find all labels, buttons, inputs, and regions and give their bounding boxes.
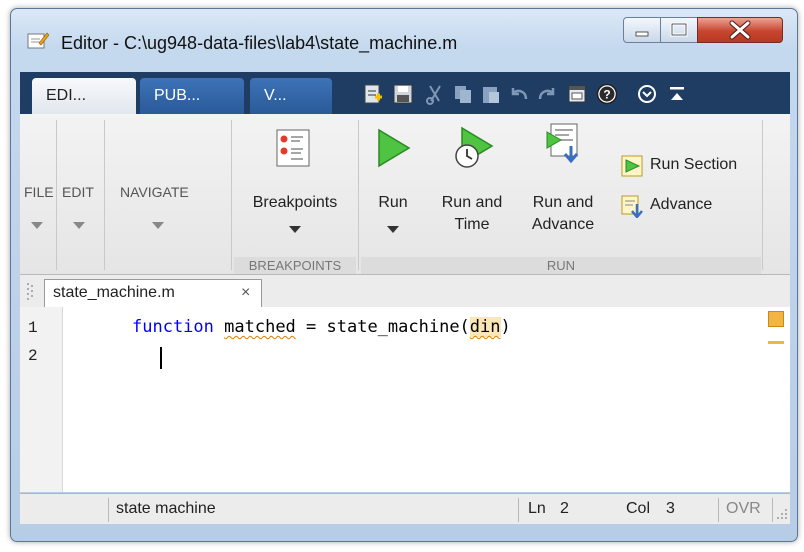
maximize-button[interactable] [660, 17, 698, 43]
warning-marker[interactable] [768, 341, 784, 344]
code-analyzer-indicator[interactable] [768, 311, 784, 327]
navigate-section-button[interactable]: NAVIGATE [110, 114, 216, 254]
tab-view[interactable]: V... [250, 78, 332, 114]
svg-text:?: ? [603, 88, 610, 102]
title-bar[interactable]: Editor - C:\ug948-data-files\lab4\state_… [11, 9, 797, 71]
cut-icon[interactable] [424, 83, 446, 105]
code-editor[interactable]: 1 2 function matched = state_machine(din… [20, 307, 790, 492]
status-overwrite-mode: OVR [726, 500, 761, 517]
copy-icon[interactable] [452, 83, 474, 105]
run-icon [378, 128, 411, 168]
save-icon[interactable] [392, 83, 414, 105]
code-text: = state_machine( [295, 317, 470, 337]
status-col-value: 3 [666, 500, 675, 517]
keyword-function: function [132, 317, 214, 337]
status-bar: state machine Ln 2 Col 3 OVR [20, 493, 790, 524]
options-chevron-icon[interactable] [636, 83, 658, 105]
drag-handle-icon[interactable] [26, 281, 34, 301]
run-button[interactable]: Run [365, 114, 421, 254]
new-script-icon[interactable] [362, 83, 384, 105]
run-and-advance-button[interactable]: Run and Advance [518, 114, 608, 254]
run-and-advance-icon [546, 123, 579, 164]
document-tab-close-icon[interactable]: × [241, 284, 250, 302]
document-tab-name: state_machine.m [53, 284, 175, 301]
code-line-1[interactable]: function matched = state_machine(din) [132, 317, 511, 337]
paste-icon[interactable] [480, 83, 502, 105]
divider [358, 120, 359, 270]
toolstrip-ribbon: FILE EDIT NAVIGATE Breakpoints BREAKPOIN… [20, 114, 790, 275]
edit-section-label: EDIT [62, 184, 94, 200]
divider [231, 120, 232, 270]
file-dropdown-icon [31, 222, 43, 229]
run-and-time-line2: Time [454, 216, 490, 233]
edit-section-button[interactable]: EDIT [58, 114, 102, 254]
run-dropdown-icon [387, 226, 399, 233]
document-tabbar: state_machine.m × [20, 275, 790, 308]
run-and-advance-line1: Run and [532, 194, 594, 211]
maximize-icon [670, 22, 688, 37]
code-text-close: ) [500, 317, 511, 337]
close-icon [729, 20, 751, 40]
run-and-advance-line2: Advance [531, 216, 595, 233]
file-section-button[interactable]: FILE [20, 114, 54, 254]
divider [762, 120, 763, 270]
divider [56, 120, 57, 270]
breakpoints-dropdown-icon [289, 226, 301, 233]
minimize-toolstrip-icon[interactable] [666, 83, 688, 105]
breakpoints-group-label: BREAKPOINTS [234, 257, 356, 274]
status-line-label: Ln [528, 500, 546, 517]
divider [718, 498, 719, 522]
divider [108, 498, 109, 522]
edit-dropdown-icon [73, 222, 85, 229]
undo-icon[interactable] [508, 83, 530, 105]
tab-publish[interactable]: PUB... [140, 78, 244, 114]
text-cursor [160, 347, 162, 369]
tab-editor[interactable]: EDI... [32, 78, 136, 114]
divider [772, 498, 773, 522]
status-function-name: state machine [116, 500, 216, 517]
minimize-icon [635, 31, 649, 37]
toolstrip-tabbar: EDI... PUB... V... ? [20, 72, 790, 114]
run-and-time-icon [455, 126, 494, 168]
close-button[interactable] [697, 17, 783, 43]
run-section-label: Run Section [650, 156, 738, 173]
navigate-section-label: NAVIGATE [120, 184, 189, 200]
run-and-time-button[interactable]: Run and Time [430, 114, 514, 254]
status-line-value: 2 [560, 500, 569, 517]
resize-grip-icon[interactable] [776, 508, 788, 520]
switch-windows-icon[interactable] [566, 83, 588, 105]
run-section-icon [621, 155, 643, 177]
window-title: Editor - C:\ug948-data-files\lab4\state_… [61, 33, 458, 53]
run-and-time-line1: Run and [441, 194, 503, 211]
navigate-dropdown-icon [152, 222, 164, 229]
redo-icon[interactable] [536, 83, 558, 105]
file-section-label: FILE [24, 184, 54, 200]
editor-app-icon [27, 32, 49, 49]
help-icon[interactable]: ? [596, 83, 618, 105]
run-group-label: RUN [361, 257, 761, 274]
input-argument: din [469, 317, 501, 337]
divider [518, 498, 519, 522]
divider [104, 120, 105, 270]
line-number: 2 [28, 347, 38, 365]
advance-icon [621, 195, 643, 218]
run-label: Run [378, 194, 408, 211]
advance-button[interactable]: Advance [616, 192, 756, 220]
minimize-button[interactable] [623, 17, 661, 43]
breakpoints-button[interactable]: Breakpoints [234, 114, 356, 254]
line-number: 1 [28, 319, 38, 337]
line-number-gutter: 1 2 [20, 307, 63, 492]
run-section-button[interactable]: Run Section [616, 152, 756, 180]
status-col-label: Col [626, 500, 651, 517]
breakpoints-label: Breakpoints [252, 194, 338, 211]
editor-window: Editor - C:\ug948-data-files\lab4\state_… [10, 8, 798, 542]
breakpoints-icon [276, 129, 310, 167]
advance-label: Advance [650, 196, 713, 213]
document-tab[interactable]: state_machine.m × [44, 279, 262, 307]
output-variable: matched [224, 317, 296, 337]
